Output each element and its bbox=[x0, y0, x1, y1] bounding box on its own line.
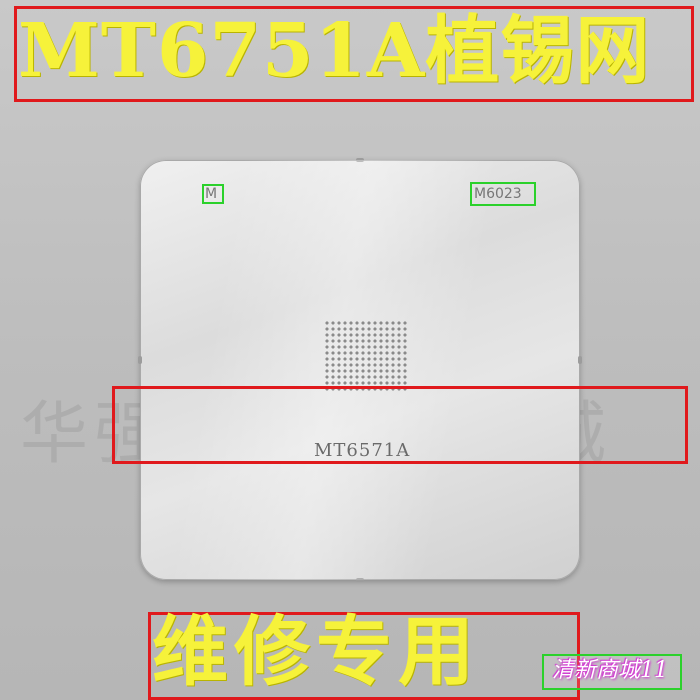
product-photo: 华强北泰兴配件城 M M6023 MT6571A MT6751A植锡网 维修专用… bbox=[0, 0, 700, 700]
repair-caption: 维修专用 bbox=[152, 607, 480, 696]
product-title: MT6751A植锡网 bbox=[18, 8, 651, 94]
corner-mark-right: M6023 bbox=[474, 186, 522, 202]
stencil-model-label: MT6571A bbox=[314, 440, 411, 461]
plate-notch bbox=[138, 356, 142, 364]
plate-notch bbox=[356, 158, 364, 162]
plate-notch bbox=[578, 356, 582, 364]
corner-mark-left: M bbox=[205, 186, 218, 202]
bga-ball-grid bbox=[324, 320, 408, 392]
plate-notch bbox=[356, 578, 364, 582]
shop-name: 清新商城11 bbox=[552, 658, 668, 683]
